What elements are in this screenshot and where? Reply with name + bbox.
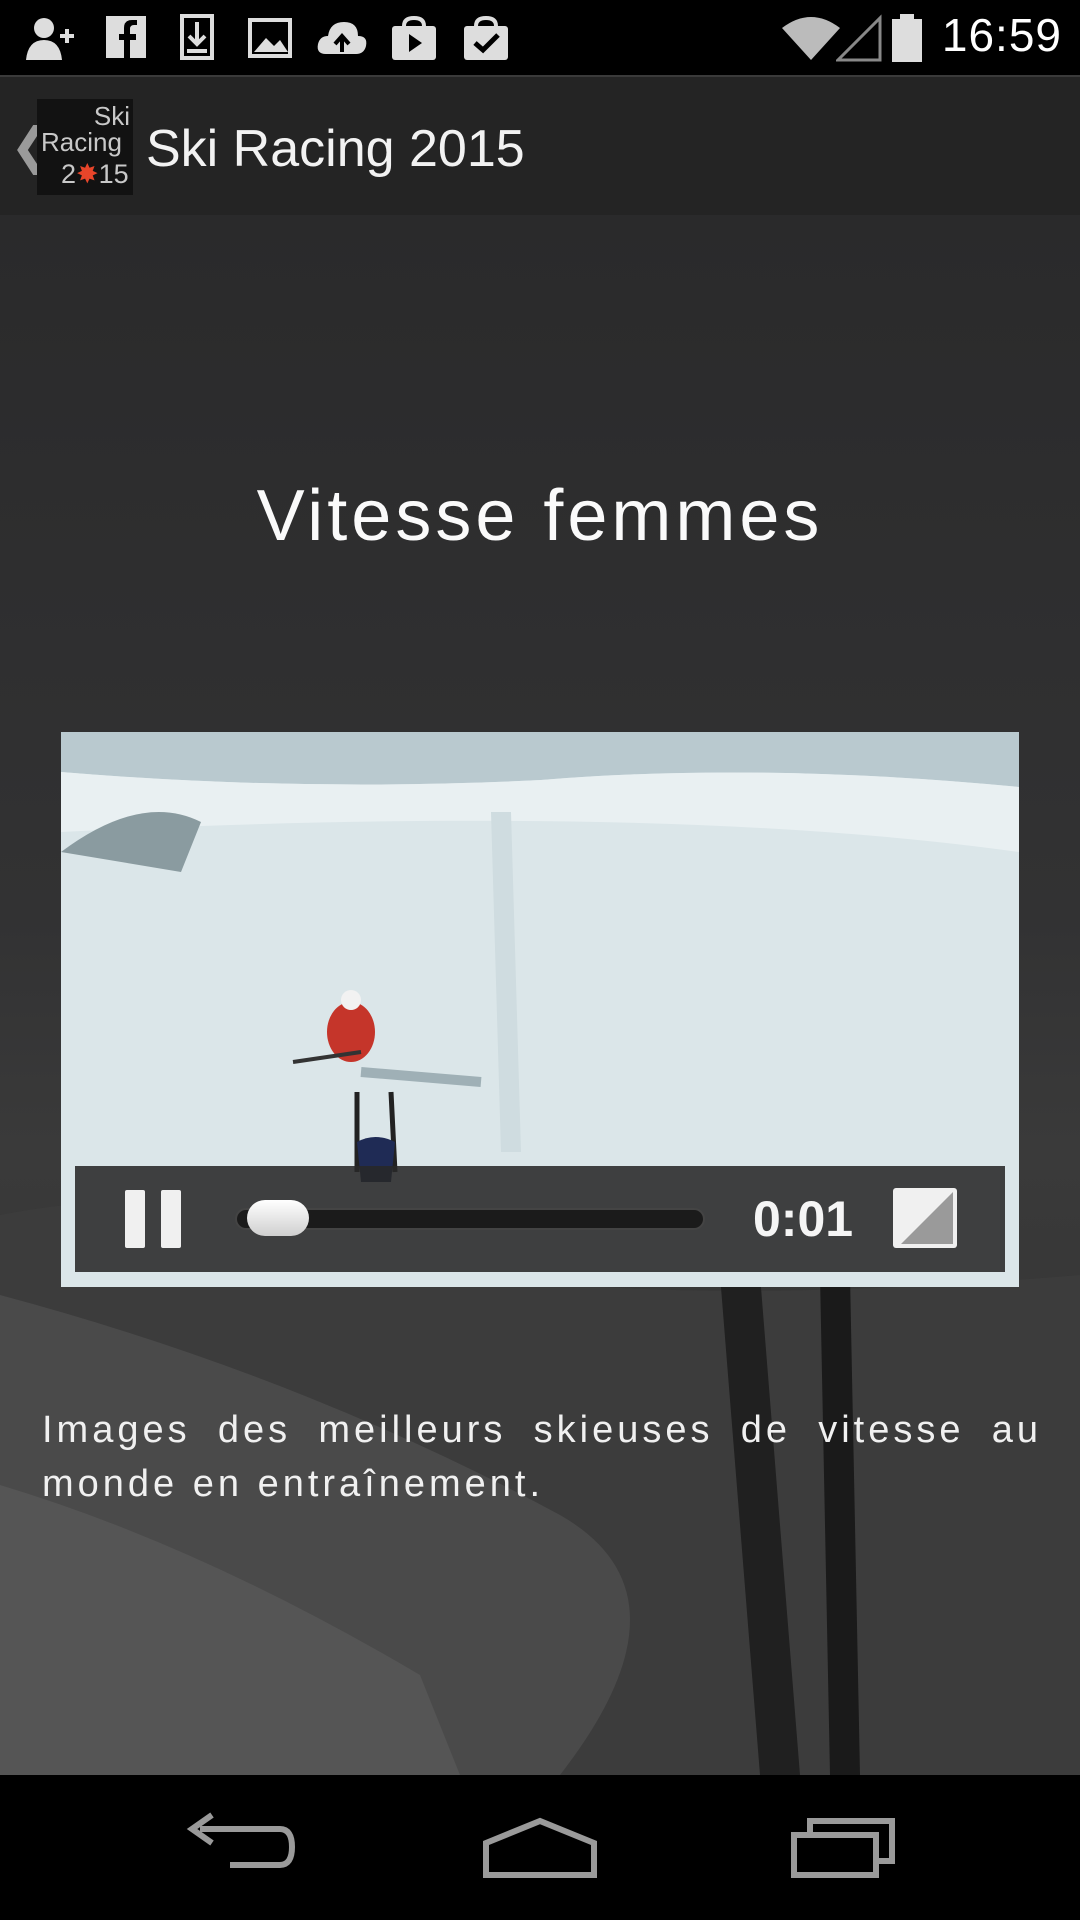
recent-apps-icon xyxy=(791,1818,895,1878)
signal-icon xyxy=(836,14,882,62)
pause-bar-right xyxy=(161,1190,181,1248)
status-bar: 16:59 xyxy=(0,0,1080,75)
logo-text-year-a: 2 xyxy=(61,159,77,189)
play-store-icon xyxy=(392,15,436,60)
download-icon xyxy=(180,14,214,60)
nav-home-button[interactable] xyxy=(470,1805,610,1889)
video-controls: 0:01 xyxy=(75,1166,1005,1272)
app-logo[interactable]: Ski Racing 2✸15 xyxy=(37,99,133,195)
fullscreen-button[interactable] xyxy=(893,1188,957,1248)
pause-button[interactable] xyxy=(125,1190,183,1248)
image-icon xyxy=(248,18,292,58)
battery-icon xyxy=(892,14,922,62)
elapsed-time: 0:01 xyxy=(753,1191,854,1247)
facebook-icon xyxy=(106,16,146,58)
main-content: Vitesse femmes 0:01 Images des meilleurs… xyxy=(0,215,1080,1775)
video-title: Vitesse femmes xyxy=(256,476,824,556)
nav-back-button[interactable] xyxy=(170,1805,310,1889)
cloud-upload-icon xyxy=(317,22,367,54)
logo-text-racing: Racing xyxy=(41,127,122,157)
pause-bar-left xyxy=(125,1190,145,1248)
maple-leaf-icon: ✸ xyxy=(76,159,99,189)
app-title: Ski Racing 2015 xyxy=(146,120,525,178)
video-player[interactable]: 0:01 xyxy=(61,732,1019,1287)
home-icon xyxy=(483,1817,597,1878)
seek-thumb[interactable] xyxy=(247,1200,310,1236)
action-bar: ❮ Ski Racing 2✸15 Ski Racing 2015 xyxy=(0,75,1080,215)
back-arrow-icon xyxy=(186,1812,296,1868)
clipboard-check-icon xyxy=(464,15,508,60)
logo-text-year: 2✸15 xyxy=(61,159,129,190)
wifi-icon xyxy=(782,17,840,60)
navigation-bar xyxy=(0,1775,1080,1920)
fullscreen-icon xyxy=(901,1192,953,1244)
logo-text-year-b: 15 xyxy=(98,159,129,189)
add-contact-icon xyxy=(26,18,74,60)
nav-recents-button[interactable] xyxy=(770,1805,910,1889)
status-time: 16:59 xyxy=(941,9,1062,61)
video-description: Images des meilleurs skieuses de vitesse… xyxy=(42,1409,1042,1505)
